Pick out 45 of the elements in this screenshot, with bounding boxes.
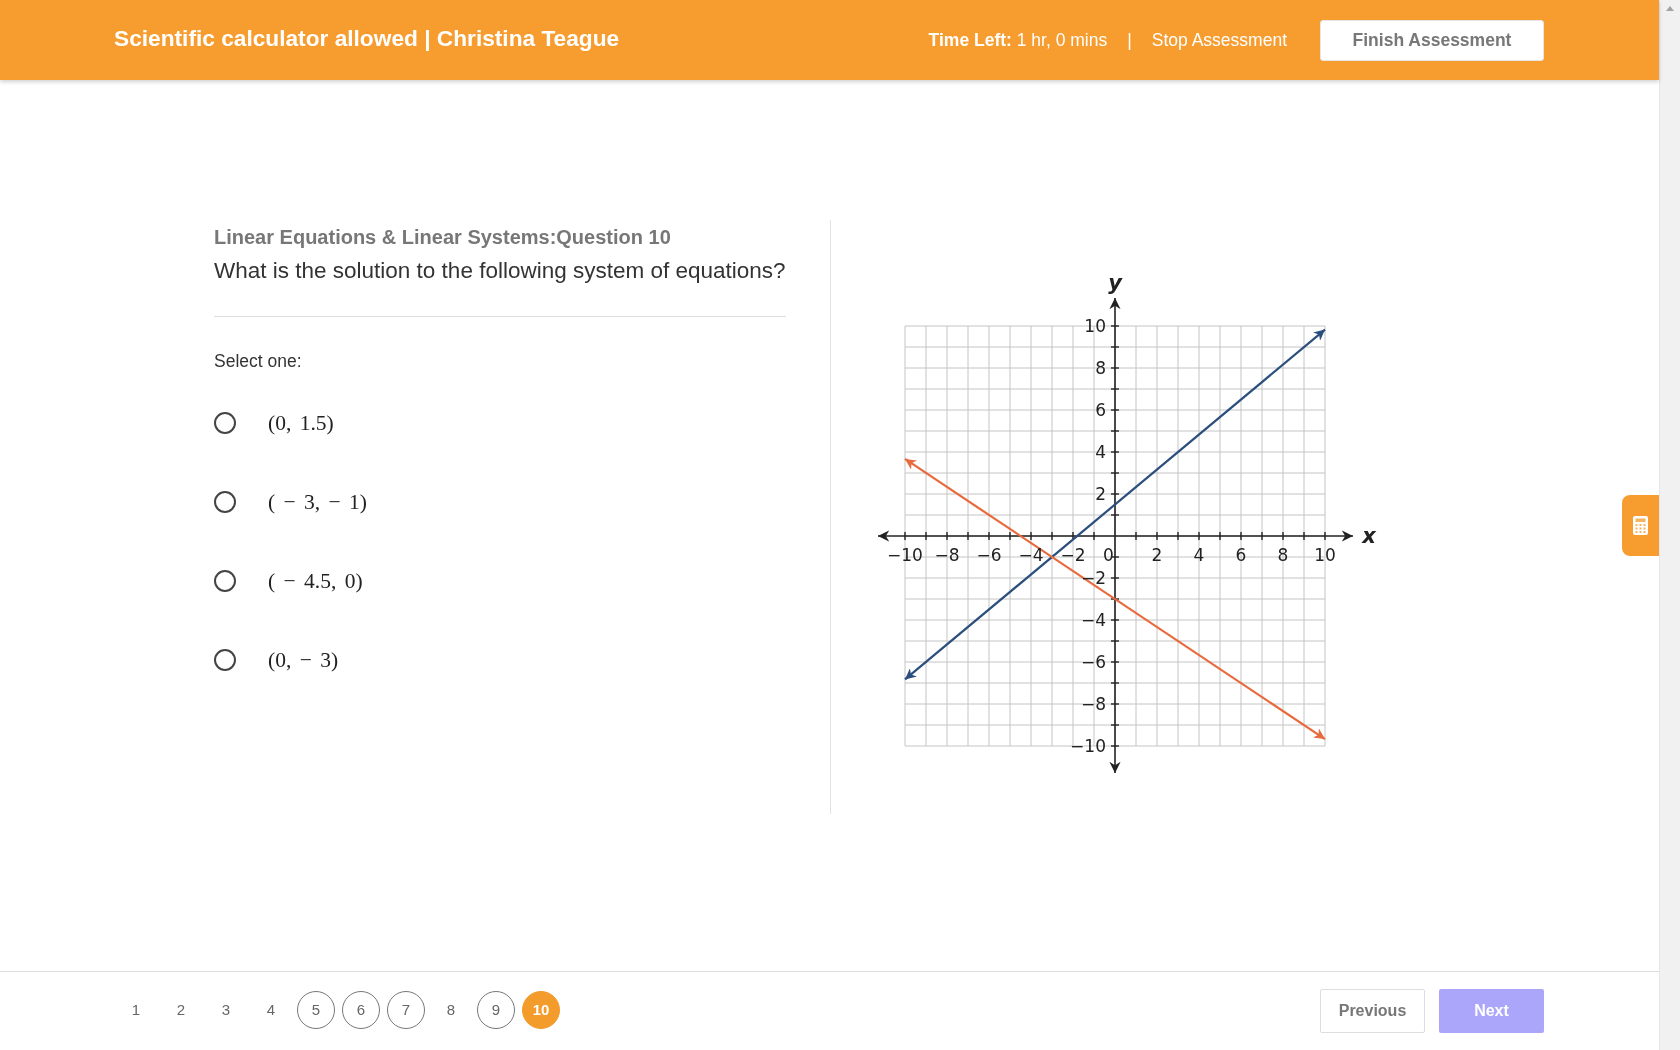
axis-tick-label: −2 xyxy=(1060,545,1086,565)
previous-button[interactable]: Previous xyxy=(1320,989,1425,1033)
page-number-button[interactable]: 2 xyxy=(162,990,200,1029)
radio-button[interactable] xyxy=(214,491,236,513)
radio-button[interactable] xyxy=(214,570,236,592)
page-number-button[interactable]: 8 xyxy=(432,990,470,1029)
axis-tick-label: 2 xyxy=(1151,545,1163,565)
axis-tick-label: 2 xyxy=(1095,484,1106,504)
separator-text: | xyxy=(1127,29,1132,51)
axis-tick-label: −6 xyxy=(1080,652,1106,672)
axis-tick-label: −10 xyxy=(887,545,923,565)
instruction-text: Select one: xyxy=(214,350,303,372)
page-number-button[interactable]: 3 xyxy=(207,990,245,1029)
axis-tick-label: 4 xyxy=(1193,545,1205,565)
axis-label: y xyxy=(1108,271,1122,295)
axis-tick-label: −10 xyxy=(1070,736,1106,756)
axis-tick-label: −8 xyxy=(1080,694,1106,714)
page-number-button[interactable]: 4 xyxy=(252,990,290,1029)
axis-tick-label: 6 xyxy=(1235,545,1247,565)
finish-assessment-button[interactable]: Finish Assessment xyxy=(1320,19,1544,61)
answer-option-text: ( − 4.5, 0) xyxy=(268,568,363,594)
axis-tick-label: −8 xyxy=(934,545,960,565)
axis-tick-label: 0 xyxy=(1103,545,1114,565)
calculator-icon xyxy=(1633,516,1648,535)
axis-label: x xyxy=(1362,524,1376,548)
axis-tick-label: −4 xyxy=(1018,545,1044,565)
radio-button[interactable] xyxy=(214,412,236,434)
axis-tick-label: 10 xyxy=(1314,545,1336,565)
axis-tick-label: −4 xyxy=(1080,610,1106,630)
axis-tick-label: −2 xyxy=(1080,568,1106,588)
axis-tick-label: 8 xyxy=(1277,545,1289,565)
answer-option-text: ( − 3, − 1) xyxy=(268,489,367,515)
answer-option-text: (0, 1.5) xyxy=(268,410,334,436)
axis-tick-label: 6 xyxy=(1095,400,1106,420)
question-category: Linear Equations & Linear Systems:Question 10 xyxy=(214,225,672,249)
page-number-button[interactable]: 1 xyxy=(117,990,155,1029)
radio-button[interactable] xyxy=(214,649,236,671)
question-text: What is the solution to the following system of equations? xyxy=(214,257,786,285)
axis-tick-label: 4 xyxy=(1095,442,1106,462)
time-left-text: Time Left: 1 hr, 0 mins xyxy=(928,29,1108,51)
axis-tick-label: 8 xyxy=(1095,358,1106,378)
answer-option-text: (0, − 3) xyxy=(268,647,339,673)
axis-tick-label: 10 xyxy=(1084,316,1106,336)
header-title: Scientific calculator allowed | Christina Teague xyxy=(114,25,620,52)
axis-tick-label: −6 xyxy=(976,545,1002,565)
